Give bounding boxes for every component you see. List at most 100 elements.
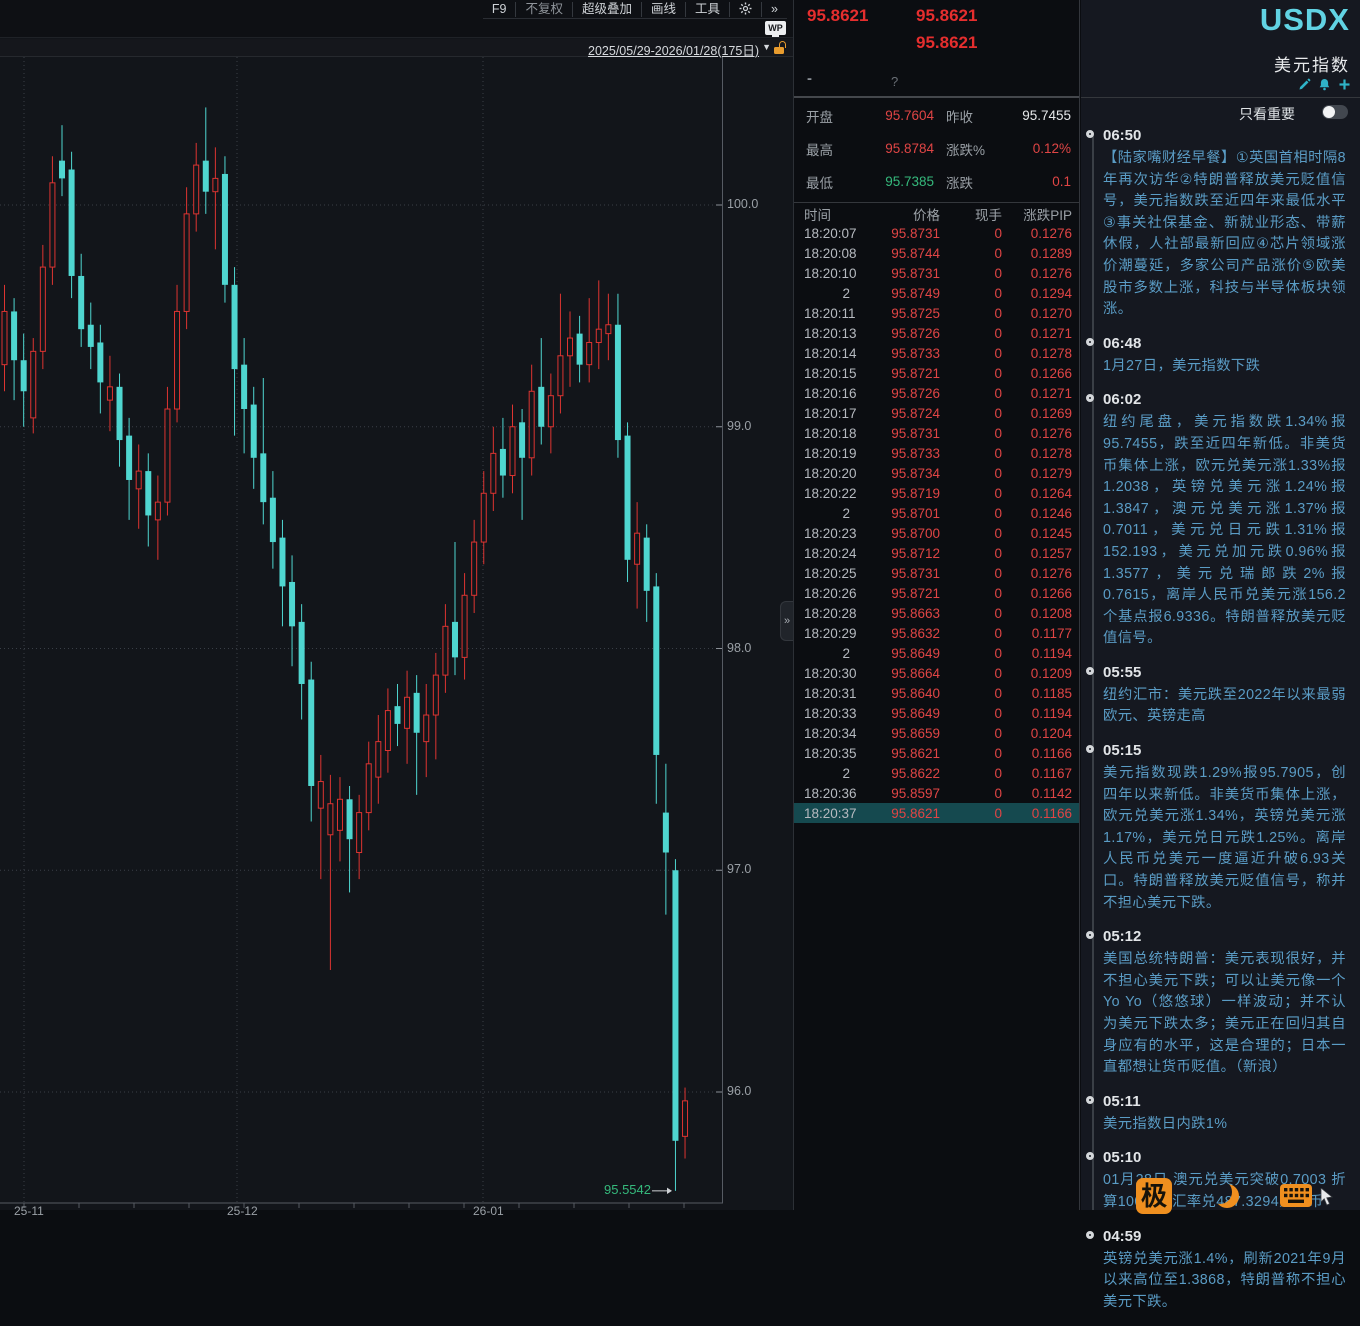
chevron-down-icon[interactable]: ▼ <box>762 42 771 52</box>
trade-pip: 0.1166 <box>1002 806 1072 821</box>
placeholder-dash: - <box>807 70 812 87</box>
candlestick-chart[interactable] <box>0 57 723 1210</box>
table-row[interactable]: 18:20:1495.873300.1278 <box>794 343 1079 363</box>
table-row[interactable]: 18:20:1195.872500.1270 <box>794 303 1079 323</box>
toolbar-item-f9[interactable]: F9 <box>483 2 516 17</box>
trade-volume: 0 <box>940 426 1002 441</box>
trade-time: 18:20:07 <box>794 226 850 241</box>
table-row[interactable]: 295.870100.1246 <box>794 503 1079 523</box>
prev-close-value: 95.7455 <box>1002 108 1071 123</box>
trade-volume: 0 <box>940 806 1002 821</box>
news-item[interactable]: 05:12美国总统特朗普：美元表现很好，并不担心美元下跌；可以让美元像一个Yo … <box>1081 927 1360 1092</box>
table-row[interactable]: 18:20:1095.873100.1276 <box>794 263 1079 283</box>
trade-time: 18:20:20 <box>794 466 850 481</box>
news-text: 美国总统特朗普：美元表现很好，并不担心美元下跌；可以让美元像一个Yo Yo（悠悠… <box>1103 949 1346 1079</box>
trade-price: 95.8734 <box>850 466 940 481</box>
news-item[interactable]: 06:50【陆家嘴财经早餐】①英国首相时隔8年再次访华②特朗普释放美元贬值信号，… <box>1081 126 1360 334</box>
trade-pip: 0.1166 <box>1002 746 1072 761</box>
table-row[interactable]: 18:20:1895.873100.1276 <box>794 423 1079 443</box>
trade-volume: 0 <box>940 626 1002 641</box>
table-row[interactable]: 18:20:3095.866400.1209 <box>794 663 1079 683</box>
wp-badge-icon[interactable]: WP <box>765 21 786 35</box>
trade-volume: 0 <box>940 686 1002 701</box>
table-row[interactable]: 18:20:1995.873300.1278 <box>794 443 1079 463</box>
trade-pip: 0.1177 <box>1002 626 1072 641</box>
table-row[interactable]: 18:20:2895.866300.1208 <box>794 603 1079 623</box>
table-row[interactable]: 18:20:3595.862100.1166 <box>794 743 1079 763</box>
bell-icon[interactable] <box>1318 78 1331 91</box>
trade-pip: 0.1276 <box>1002 426 1072 441</box>
trade-time: 18:20:23 <box>794 526 850 541</box>
y-axis-label: 96.0 <box>727 1084 751 1098</box>
news-item[interactable]: 04:59英镑兑美元涨1.4%，刷新2021年9月以来高位至1.3868，特朗普… <box>1081 1227 1360 1326</box>
toolbar-item-draw-line[interactable]: 画线 <box>641 2 685 17</box>
news-text: 美元指数日内跌1% <box>1103 1114 1346 1136</box>
last-price-3: 95.8621 <box>916 33 977 53</box>
table-row[interactable]: 18:20:3495.865900.1204 <box>794 723 1079 743</box>
table-row[interactable]: 295.874900.1294 <box>794 283 1079 303</box>
table-row[interactable]: 18:20:1695.872600.1271 <box>794 383 1079 403</box>
news-item[interactable]: 05:11美元指数日内跌1% <box>1081 1092 1360 1149</box>
toolbar-item-super-overlay[interactable]: 超级叠加 <box>572 2 641 17</box>
quote-row: 开盘 95.7604 昨收 95.7455 <box>794 99 1079 132</box>
table-row[interactable]: 18:20:3695.859700.1142 <box>794 783 1079 803</box>
table-row[interactable]: 18:20:2395.870000.1245 <box>794 523 1079 543</box>
table-row[interactable]: 18:20:0895.874400.1289 <box>794 243 1079 263</box>
table-row[interactable]: 295.862200.1167 <box>794 763 1079 783</box>
trade-price: 95.8719 <box>850 486 940 501</box>
table-row[interactable]: 18:20:3795.862100.1166 <box>794 803 1079 823</box>
table-row[interactable]: 18:20:2995.863200.1177 <box>794 623 1079 643</box>
trade-pip: 0.1276 <box>1002 226 1072 241</box>
lock-body <box>774 47 784 54</box>
table-row[interactable]: 18:20:1395.872600.1271 <box>794 323 1079 343</box>
header-icons <box>1298 78 1351 91</box>
table-row[interactable]: 18:20:1595.872100.1266 <box>794 363 1079 383</box>
table-row[interactable]: 18:20:2695.872100.1266 <box>794 583 1079 603</box>
trade-pip: 0.1246 <box>1002 506 1072 521</box>
trade-time: 18:20:19 <box>794 446 850 461</box>
trade-time: 18:20:36 <box>794 786 850 801</box>
trade-volume: 0 <box>940 286 1002 301</box>
trade-volume: 0 <box>940 546 1002 561</box>
news-item[interactable]: 05:55纽约汇市：美元跌至2022年以来最弱 欧元、英镑走高 <box>1081 663 1360 741</box>
trade-volume: 0 <box>940 706 1002 721</box>
moon-icon[interactable] <box>1208 1180 1232 1204</box>
trade-volume: 0 <box>940 666 1002 681</box>
trade-time: 18:20:34 <box>794 726 850 741</box>
news-item[interactable]: 05:15美元指数现跌1.29%报95.7905，创四年以来新低。非美货币集体上… <box>1081 741 1360 927</box>
trade-volume: 0 <box>940 766 1002 781</box>
table-row[interactable]: 18:20:2295.871900.1264 <box>794 483 1079 503</box>
quote-panel: 95.8621 95.8621 95.8621 - ? 开盘 95.7604 昨… <box>793 0 1080 1210</box>
last-price-2: 95.8621 <box>916 6 977 26</box>
panel-expander[interactable]: » <box>780 601 793 641</box>
toolbar-item-tools[interactable]: 工具 <box>685 2 729 17</box>
gear-icon[interactable] <box>729 2 761 17</box>
keyboard-icon[interactable] <box>1280 1184 1312 1208</box>
table-row[interactable]: 18:20:2495.871200.1257 <box>794 543 1079 563</box>
news-item[interactable]: 06:02纽约尾盘，美元指数跌1.34%报95.7455，跌至近四年新低。非美货… <box>1081 390 1360 663</box>
edit-icon[interactable] <box>1298 78 1311 91</box>
news-item[interactable]: 06:481月27日，美元指数下跌 <box>1081 334 1360 391</box>
importance-toggle[interactable] <box>1322 105 1348 119</box>
trade-time: 18:20:31 <box>794 686 850 701</box>
toolbar-more-button[interactable]: » <box>761 2 787 17</box>
table-row[interactable]: 18:20:3395.864900.1194 <box>794 703 1079 723</box>
gear-icon-svg <box>739 2 752 15</box>
lock-icon[interactable] <box>774 41 787 55</box>
trade-pip: 0.1271 <box>1002 386 1072 401</box>
table-row[interactable]: 18:20:2095.873400.1279 <box>794 463 1079 483</box>
trade-time: 18:20:15 <box>794 366 850 381</box>
news-time: 06:50 <box>1103 126 1346 146</box>
trade-pip: 0.1276 <box>1002 566 1072 581</box>
table-row[interactable]: 18:20:0795.873100.1276 <box>794 223 1079 243</box>
ime-icon[interactable]: 极 <box>1136 1178 1172 1214</box>
add-icon[interactable] <box>1338 78 1351 91</box>
table-row[interactable]: 18:20:3195.864000.1185 <box>794 683 1079 703</box>
trade-volume: 0 <box>940 526 1002 541</box>
table-row[interactable]: 295.864900.1194 <box>794 643 1079 663</box>
toolbar-item-no-adjust[interactable]: 不复权 <box>515 2 572 17</box>
trade-volume: 0 <box>940 366 1002 381</box>
table-row[interactable]: 18:20:2595.873100.1276 <box>794 563 1079 583</box>
table-row[interactable]: 18:20:1795.872400.1269 <box>794 403 1079 423</box>
x-axis-label: 25-11 <box>14 1204 44 1218</box>
